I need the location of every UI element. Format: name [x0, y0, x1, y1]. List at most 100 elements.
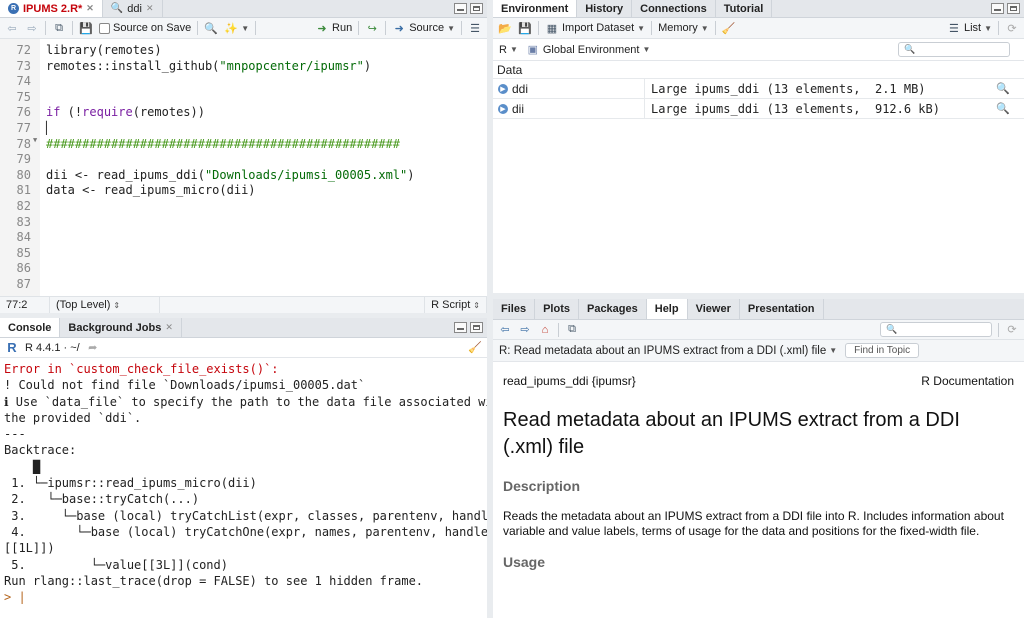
usage-heading: Usage [503, 554, 546, 570]
filetype-selector[interactable]: R Script ⇕ [424, 297, 487, 313]
open-folder-icon[interactable]: 📂 [498, 21, 512, 35]
tab-history[interactable]: History [577, 0, 633, 17]
expand-icon[interactable]: ▶ [498, 83, 508, 94]
minimize-button[interactable] [454, 322, 467, 333]
import-dataset-button[interactable]: ▦ Import Dataset ▼ [545, 21, 645, 35]
list-icon: ☰ [949, 22, 959, 35]
memory-button[interactable]: Memory ▼ [658, 22, 709, 34]
save-icon[interactable]: 💾 [518, 21, 532, 35]
code-text: library(remotes) [46, 43, 162, 57]
help-title: Read metadata about an IPUMS extract fro… [503, 409, 960, 458]
scope-selector[interactable]: (Top Level) ⇕ [50, 297, 160, 313]
run-arrow-icon: ➜ [317, 22, 327, 35]
minimize-button[interactable] [454, 3, 467, 14]
help-content: read_ipums_ddi {ipumsr} R Documentation … [493, 361, 1024, 618]
refresh-icon[interactable]: ⟳ [1005, 323, 1019, 337]
source-on-save-checkbox[interactable] [99, 22, 110, 34]
object-name: ddi [512, 81, 529, 96]
save-icon[interactable]: 💾 [79, 21, 93, 35]
r-version-label: R 4.4.1 · ~/ [25, 341, 80, 354]
console-output[interactable]: Error in `custom_check_file_exists()`: ! … [0, 357, 487, 618]
show-in-window-icon[interactable]: ⧉ [565, 323, 579, 337]
object-value: Large ipums_ddi (13 elements, 912.6 kB) [651, 101, 940, 116]
clear-console-icon[interactable]: 🧹 [468, 341, 482, 355]
search-icon[interactable]: 🔍 [204, 21, 218, 35]
environment-search-input[interactable]: 🔍 [898, 42, 1010, 57]
home-icon[interactable]: ⌂ [538, 323, 552, 337]
tab-console[interactable]: Console [0, 318, 61, 337]
broom-icon[interactable]: 🧹 [722, 21, 736, 35]
view-object-icon[interactable]: 🔍 [996, 102, 1010, 115]
chevron-down-icon: ▼ [700, 23, 709, 33]
source-button[interactable]: ➜ Source ▼ [392, 21, 455, 35]
help-search-input[interactable]: 🔍 [880, 322, 992, 337]
tab-help[interactable]: Help [646, 299, 688, 319]
line-number: 87 [16, 277, 31, 291]
source-on-save-toggle[interactable]: Source on Save [99, 22, 191, 34]
rerun-icon[interactable]: ↪ [365, 21, 379, 35]
show-in-window-icon[interactable]: ⧉ [52, 21, 66, 35]
updown-icon: ⇕ [113, 300, 121, 310]
tab-tutorial[interactable]: Tutorial [716, 0, 773, 17]
environment-row[interactable]: ▶ ddi Large ipums_ddi (13 elements, 2.1 MB… [493, 79, 1024, 99]
environment-scope-bar: R ▼ ▣ Global Environment ▼ 🔍 [493, 39, 1024, 61]
console-pane: Console Background Jobs ✕ R R 4.4.1 · ~/… [0, 318, 487, 618]
tab-ipums-script[interactable]: R IPUMS 2.R* ✕ [0, 0, 103, 17]
help-package-label: read_ipums_ddi {ipumsr} [503, 374, 636, 388]
toolbar-separator [538, 21, 539, 35]
back-arrow-icon[interactable]: ⇦ [498, 323, 512, 337]
help-topic-bar: R: Read metadata about an IPUMS extract … [493, 340, 1024, 362]
language-selector[interactable]: R ▼ [499, 44, 518, 56]
fold-marker-icon[interactable]: ▼ [33, 136, 37, 144]
editor-window-controls [454, 0, 487, 17]
search-icon: 🔍 [904, 44, 916, 54]
tab-viewer[interactable]: Viewer [688, 299, 740, 319]
toolbar-separator [197, 21, 199, 35]
tab-files[interactable]: Files [493, 299, 536, 319]
tab-ddi[interactable]: 🔍 ddi ✕ [103, 0, 163, 17]
forward-arrow-icon[interactable]: ⇨ [25, 21, 39, 35]
table-icon: ▦ [546, 22, 558, 35]
console-window-controls [454, 318, 487, 337]
maximize-button[interactable] [1007, 3, 1020, 14]
tab-label: ddi [127, 2, 142, 15]
environment-window-controls [991, 0, 1024, 17]
code-editor[interactable]: 72 library(remotes) 73 remotes::install_git… [0, 39, 487, 296]
chevron-down-icon: ▼ [637, 23, 646, 33]
code-text: ▏ [46, 121, 54, 135]
go-to-directory-icon[interactable]: ➦ [86, 341, 100, 355]
minimize-button[interactable] [991, 3, 1004, 14]
back-arrow-icon[interactable]: ⇦ [5, 21, 19, 35]
forward-arrow-icon[interactable]: ⇨ [518, 323, 532, 337]
view-object-icon[interactable]: 🔍 [996, 82, 1010, 95]
console-line: --- [4, 427, 26, 442]
section-header: Data [493, 62, 1024, 79]
find-in-topic-input[interactable]: Find in Topic [845, 343, 920, 358]
console-line: ℹ Use `data_file` to specify the path to… [4, 394, 487, 409]
code-tools-button[interactable]: ✨ ▼ [224, 21, 249, 35]
environment-pane: Environment History Connections Tutorial… [493, 0, 1024, 293]
close-icon[interactable]: ✕ [165, 322, 173, 333]
view-mode-selector[interactable]: ☰ List ▼ [947, 21, 992, 35]
tab-environment[interactable]: Environment [493, 0, 578, 17]
maximize-button[interactable] [470, 3, 483, 14]
close-icon[interactable]: ✕ [146, 3, 154, 14]
line-number: 79 [16, 152, 31, 167]
close-icon[interactable]: ✕ [86, 3, 94, 14]
cursor-position: 77:2 [0, 297, 50, 313]
refresh-icon[interactable]: ⟳ [1005, 21, 1019, 35]
help-topic-selector[interactable]: R: Read metadata about an IPUMS extract … [499, 345, 837, 357]
environment-row[interactable]: ▶ dii Large ipums_ddi (13 elements, 912.6 … [493, 99, 1024, 119]
tab-presentation[interactable]: Presentation [740, 299, 824, 319]
maximize-button[interactable] [470, 322, 483, 333]
tab-plots[interactable]: Plots [535, 299, 579, 319]
outline-icon[interactable]: ☰ [468, 21, 482, 35]
tab-background-jobs[interactable]: Background Jobs ✕ [60, 318, 182, 337]
tab-packages[interactable]: Packages [579, 299, 647, 319]
expand-icon[interactable]: ▶ [498, 103, 508, 114]
toolbar-separator [558, 322, 559, 337]
environment-scope-selector[interactable]: ▣ Global Environment ▼ [526, 43, 651, 57]
tab-connections[interactable]: Connections [632, 0, 716, 17]
run-button[interactable]: ➜ Run [315, 21, 352, 35]
line-number: 84 [16, 230, 31, 245]
